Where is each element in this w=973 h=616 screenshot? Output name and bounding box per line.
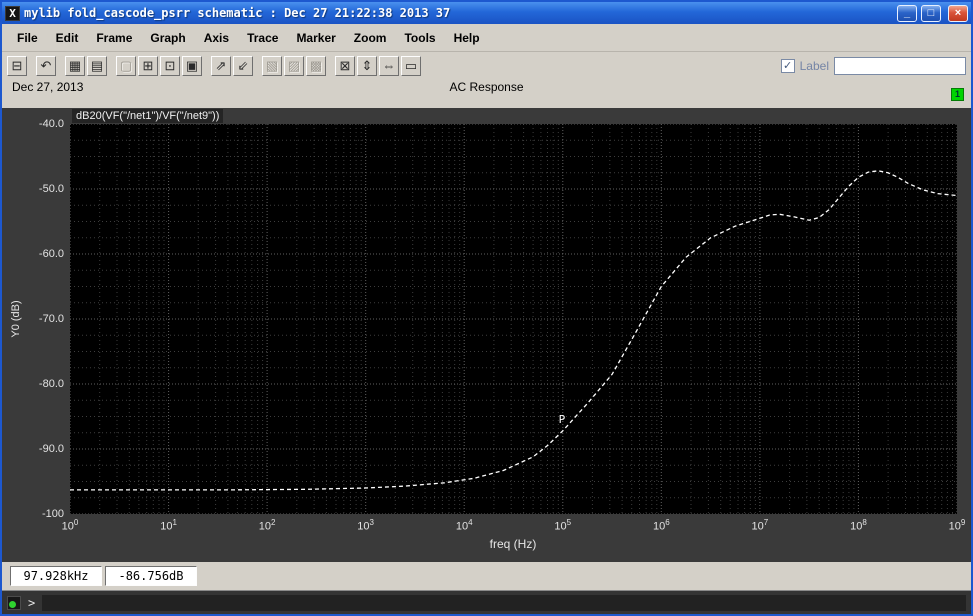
graph-title: AC Response [449, 80, 524, 94]
command-prompt: > [28, 595, 36, 610]
close-button[interactable]: × [948, 4, 968, 22]
menu-graph[interactable]: Graph [141, 28, 194, 48]
label-input[interactable] [834, 57, 966, 75]
marker-readouts: 97.928kHz -86.756dB [2, 562, 971, 590]
menu-edit[interactable]: Edit [47, 28, 88, 48]
major-grid-icon[interactable]: ▦ [65, 56, 85, 76]
x-tick-label: 105 [554, 518, 572, 533]
menu-help[interactable]: Help [445, 28, 489, 48]
checkmark-icon: ✓ [783, 59, 793, 72]
y-tick-label: -70.0 [38, 313, 64, 325]
x-tick-label: 107 [751, 518, 769, 533]
y-tick-label: -100 [41, 508, 64, 520]
page-badge[interactable]: 1 [951, 88, 964, 101]
undo-icon[interactable]: ↶ [36, 56, 56, 76]
x-tick-label: 103 [357, 518, 375, 533]
plot-area[interactable]: dB20(VF("/net1")/VF("/net9")) P Y0 (dB) … [2, 108, 971, 562]
label-checkbox-label: Label [799, 59, 829, 73]
x-tick-label: 109 [948, 518, 966, 533]
zoom-y-icon[interactable]: ⇕ [357, 56, 377, 76]
menu-marker[interactable]: Marker [287, 28, 344, 48]
menu-trace[interactable]: Trace [238, 28, 287, 48]
zoom-box-icon[interactable]: ▭ [401, 56, 421, 76]
raise-window-icon[interactable]: ⇗ [211, 56, 231, 76]
x-tick-label: 101 [160, 518, 177, 533]
trace-curve [70, 170, 957, 491]
signal-label[interactable]: dB20(VF("/net1")/VF("/net9")) [72, 109, 224, 123]
x-tick-label: 104 [455, 518, 473, 533]
copy-trace-icon[interactable]: ▨ [284, 56, 304, 76]
x-tick-label: 100 [61, 518, 79, 533]
menu-file[interactable]: File [8, 28, 47, 48]
menu-frame[interactable]: Frame [87, 28, 141, 48]
maximize-button[interactable]: □ [921, 4, 941, 22]
lower-window-icon[interactable]: ⇙ [233, 56, 253, 76]
graph-header: Dec 27, 2013 AC Response 1 [2, 80, 971, 108]
label-checkbox[interactable]: ✓ [780, 59, 795, 73]
cut-trace-icon[interactable]: ▧ [262, 56, 282, 76]
titlebar[interactable]: X mylib fold_cascode_psrr schematic : De… [2, 2, 971, 24]
print-icon[interactable]: ⊟ [7, 56, 27, 76]
subwindow-icon[interactable]: ▢ [116, 56, 136, 76]
add-subwindow-icon[interactable]: ⊞ [138, 56, 158, 76]
y-tick-label: -60.0 [38, 248, 64, 260]
minor-grid-icon[interactable]: ▤ [87, 56, 107, 76]
ready-led-icon [9, 600, 16, 608]
command-line: > [2, 590, 971, 614]
x-tick-label: 106 [652, 518, 670, 533]
toolbar: ⊟ ↶ ▦ ▤ ▢ ⊞ ⊡ ▣ ⇗ ⇙ ▧ ▨ ▩ ⊠ ⇕ ⇔ ▭ ✓ Label [2, 52, 971, 80]
x-axis-title: freq (Hz) [489, 537, 537, 551]
paste-window-icon[interactable]: ▣ [182, 56, 202, 76]
application-window: X mylib fold_cascode_psrr schematic : De… [0, 0, 973, 616]
zoom-fit-icon[interactable]: ⊠ [335, 56, 355, 76]
minimize-button[interactable]: _ [897, 4, 917, 22]
command-status-icon [7, 595, 21, 610]
marker-P: P [559, 413, 566, 426]
y-tick-label: -40.0 [38, 118, 64, 130]
y-tick-label: -80.0 [38, 378, 64, 390]
y-tick-label: -90.0 [38, 443, 64, 455]
menubar: File Edit Frame Graph Axis Trace Marker … [2, 24, 971, 52]
app-icon: X [5, 5, 20, 21]
header-date: Dec 27, 2013 [12, 80, 84, 94]
x-tick-label: 108 [850, 518, 867, 533]
plot-canvas[interactable]: P [70, 124, 957, 514]
zoom-x-icon[interactable]: ⇔ [379, 56, 399, 76]
x-tick-label: 102 [258, 518, 276, 533]
toolbar-icons: ⊟ ↶ ▦ ▤ ▢ ⊞ ⊡ ▣ ⇗ ⇙ ▧ ▨ ▩ ⊠ ⇕ ⇔ ▭ [7, 56, 421, 76]
copy-window-icon[interactable]: ⊡ [160, 56, 180, 76]
marker-x-readout: 97.928kHz [10, 566, 102, 586]
menu-tools[interactable]: Tools [395, 28, 444, 48]
window-title: mylib fold_cascode_psrr schematic : Dec … [24, 6, 451, 20]
menu-zoom[interactable]: Zoom [345, 28, 396, 48]
y-tick-label: -50.0 [38, 183, 64, 195]
toolbar-right: ✓ Label [780, 57, 966, 75]
command-input[interactable] [42, 594, 966, 611]
marker-y-readout: -86.756dB [105, 566, 197, 586]
delete-trace-icon[interactable]: ▩ [306, 56, 326, 76]
menu-axis[interactable]: Axis [195, 28, 238, 48]
